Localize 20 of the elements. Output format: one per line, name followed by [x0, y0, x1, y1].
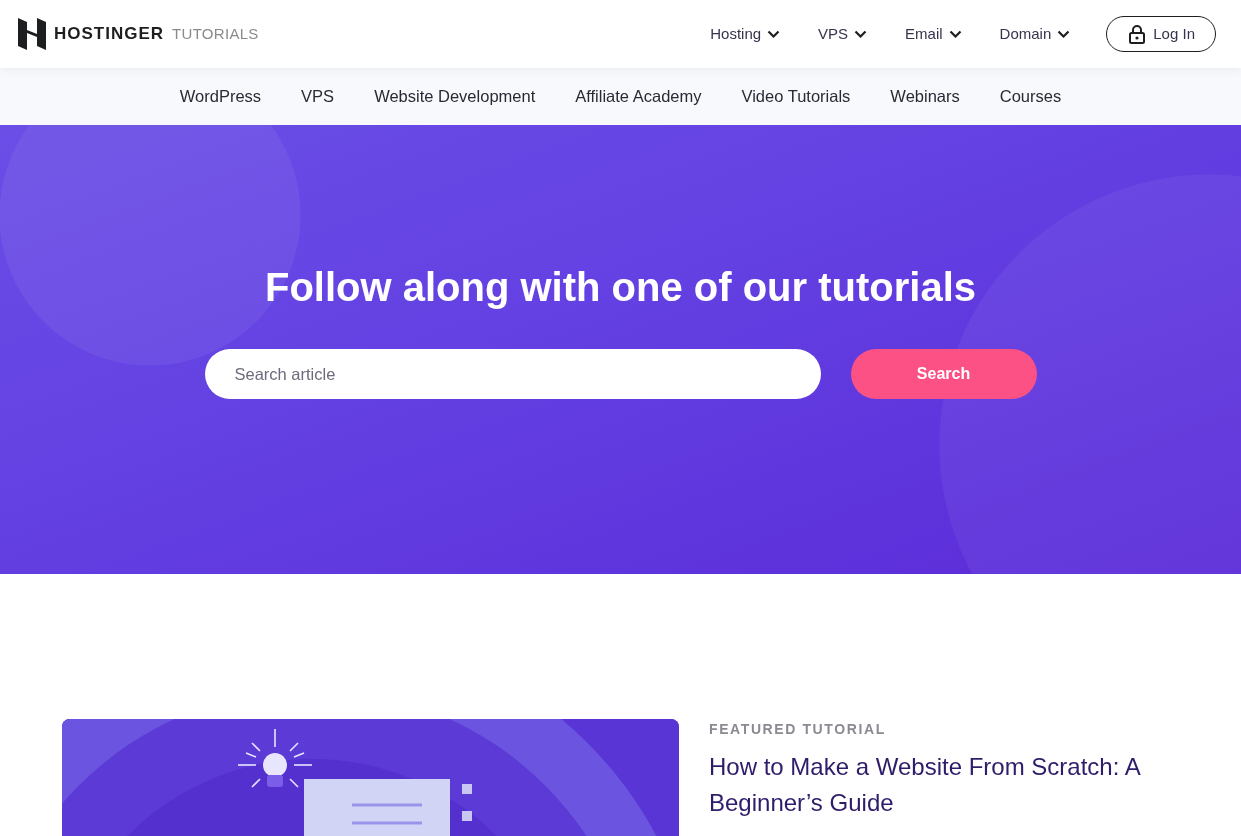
- search-field[interactable]: Search article: [204, 349, 821, 399]
- category-link[interactable]: Affiliate Academy: [575, 84, 702, 109]
- category-link[interactable]: Video Tutorials: [741, 84, 851, 109]
- category-link[interactable]: Website Development: [374, 84, 536, 109]
- category-link[interactable]: VPS: [301, 84, 335, 109]
- login-button[interactable]: Log In: [1106, 16, 1216, 52]
- nav-menu-item[interactable]: VPS: [818, 22, 868, 46]
- logo-icon: [18, 18, 46, 50]
- nav-menu-item[interactable]: Hosting: [710, 22, 781, 46]
- logo-text[interactable]: HOSTINGER: [54, 21, 165, 47]
- category-link[interactable]: Courses: [999, 84, 1062, 109]
- category-link[interactable]: Webinars: [890, 84, 960, 109]
- nav-menu-item[interactable]: Domain: [999, 22, 1071, 46]
- featured-label: FEATURED TUTORIAL: [709, 720, 887, 739]
- category-link[interactable]: WordPress: [179, 84, 262, 109]
- lock-icon: [1129, 24, 1146, 44]
- featured-title[interactable]: How to Make a Website From Scratch: A Beginner’s Guide: [709, 749, 1179, 821]
- nav-menu-item[interactable]: Email: [905, 22, 962, 46]
- hero-title: Follow along with one of our tutorials: [264, 264, 977, 311]
- logo-subtitle: TUTORIALS: [172, 23, 259, 44]
